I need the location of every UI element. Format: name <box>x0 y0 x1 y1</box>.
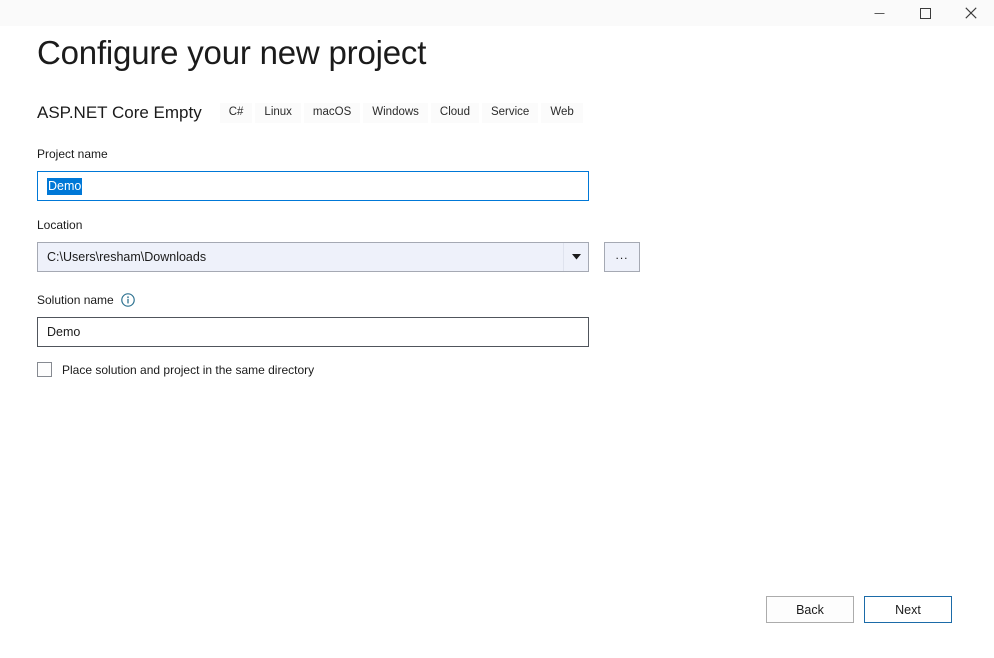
minimize-button[interactable] <box>856 0 902 26</box>
configure-project-page: Configure your new project ASP.NET Core … <box>0 26 994 658</box>
location-label: Location <box>37 218 83 232</box>
template-tag-csharp: C# <box>219 103 253 123</box>
solution-name-label: Solution name <box>37 293 114 307</box>
template-summary-row: ASP.NET Core Empty C# Linux macOS Window… <box>37 101 586 125</box>
chevron-down-icon[interactable] <box>563 243 588 271</box>
close-icon <box>965 7 977 19</box>
same-directory-label: Place solution and project in the same d… <box>62 362 315 377</box>
project-name-input[interactable]: Demo <box>37 171 589 201</box>
project-name-value: Demo <box>47 177 83 195</box>
template-tag-cloud: Cloud <box>430 103 479 123</box>
solution-name-label-row: Solution name <box>37 293 135 307</box>
project-name-label: Project name <box>37 147 108 161</box>
solution-name-input[interactable]: Demo <box>37 317 589 347</box>
same-directory-checkbox-row[interactable]: Place solution and project in the same d… <box>37 362 314 377</box>
template-name: ASP.NET Core Empty <box>37 103 202 122</box>
minimize-icon <box>874 8 885 19</box>
browse-location-button[interactable]: ... <box>604 242 640 272</box>
template-tag-linux: Linux <box>255 103 301 123</box>
maximize-icon <box>919 7 931 19</box>
close-button[interactable] <box>948 0 994 26</box>
window-titlebar <box>0 0 994 26</box>
location-combobox[interactable]: C:\Users\resham\Downloads <box>37 242 589 272</box>
template-tag-web: Web <box>541 103 583 123</box>
back-button[interactable]: Back <box>766 596 854 623</box>
template-tag-windows: Windows <box>363 103 428 123</box>
page-title: Configure your new project <box>37 34 427 71</box>
maximize-button[interactable] <box>902 0 948 26</box>
template-tag-service: Service <box>481 103 539 123</box>
next-button[interactable]: Next <box>864 596 952 623</box>
location-value: C:\Users\resham\Downloads <box>47 250 207 264</box>
info-icon[interactable] <box>120 293 135 307</box>
template-tag-macos: macOS <box>303 103 361 123</box>
same-directory-checkbox[interactable] <box>37 362 52 377</box>
solution-name-value: Demo <box>47 325 81 339</box>
